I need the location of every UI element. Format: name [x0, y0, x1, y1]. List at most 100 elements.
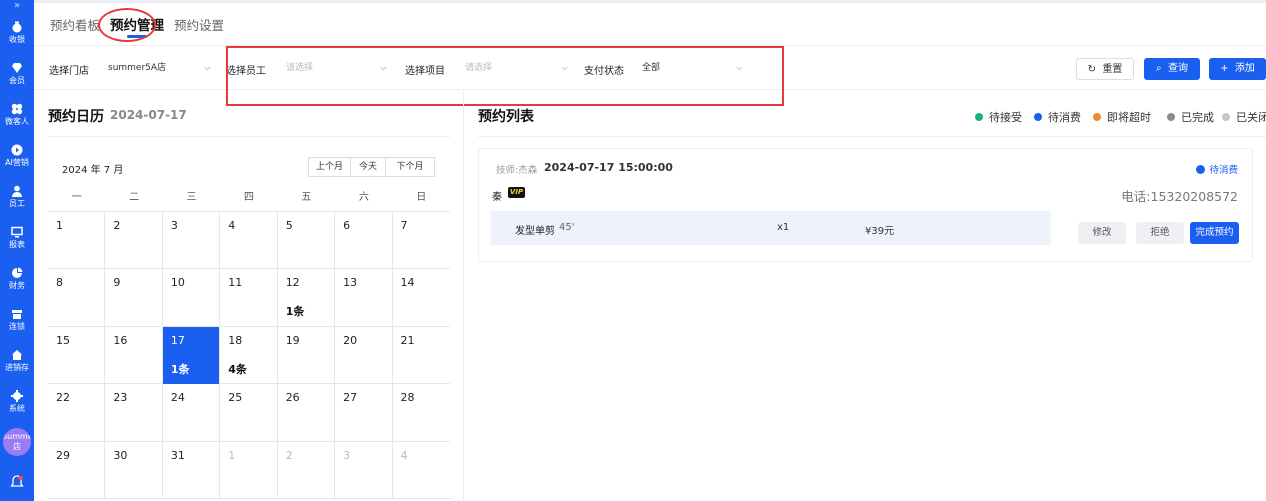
legend-item: 即将超时 [1093, 109, 1151, 125]
calendar-day[interactable]: 5 [278, 212, 336, 270]
legend-item: 已关闭 [1222, 109, 1266, 125]
day-number: 22 [56, 391, 70, 405]
calendar-day[interactable]: 16 [105, 326, 163, 385]
edit-button[interactable]: 修改 [1078, 222, 1126, 244]
reject-button[interactable]: 拒绝 [1136, 222, 1184, 244]
appointment-card[interactable]: 技师:杰森 2024-07-17 15:00:00 待消费 秦 VIP 电话:1… [478, 148, 1253, 262]
calendar-day[interactable]: 11 [220, 269, 278, 327]
calendar-week: 8 9 10 11 12 1条 13 14 [48, 269, 450, 327]
day-number: 7 [400, 219, 408, 232]
calendar-day[interactable]: 15 [48, 326, 106, 385]
sidebar-item-2[interactable]: 微客人 [0, 94, 34, 135]
calendar-day[interactable]: 2 [105, 212, 163, 270]
bell-icon[interactable] [9, 474, 25, 490]
calendar-day[interactable]: 19 [278, 326, 336, 385]
calendar-day[interactable]: 6 [335, 212, 393, 270]
calendar-day[interactable]: 3 [335, 441, 393, 499]
day-number: 14 [400, 276, 415, 290]
sidebar-item-4[interactable]: 员工 [0, 176, 34, 217]
calendar-day[interactable]: 18 4条 [220, 326, 278, 385]
sidebar-item-6[interactable]: 财务 [0, 258, 34, 299]
calendar-day[interactable]: 4 [393, 442, 450, 499]
calendar-day[interactable]: 2 [278, 441, 336, 499]
collapse-icon[interactable]: » [0, 0, 34, 12]
calendar-title: 预约日历 [48, 109, 104, 125]
person-icon [11, 185, 23, 197]
service-duration: 45' [559, 222, 575, 233]
calendar-week: 15 16 17 1条 18 4条 19 20 21 [48, 326, 450, 385]
play-icon [11, 144, 23, 156]
calendar-day[interactable]: 23 [105, 384, 163, 442]
tab-booking-settings[interactable]: 预约设置 [174, 15, 224, 34]
legend-label: 已完成 [1181, 111, 1214, 124]
sidebar-item-9[interactable]: 系统 [0, 381, 34, 422]
complete-booking-button[interactable]: 完成预约 [1190, 222, 1239, 244]
legend-label: 待消费 [1048, 111, 1081, 124]
reset-button[interactable]: ↻ 重置 [1076, 58, 1134, 80]
calendar-day[interactable]: 7 [393, 212, 450, 269]
sidebar-item-5[interactable]: 报表 [0, 217, 34, 258]
day-number: 29 [56, 448, 70, 462]
calendar-day[interactable]: 29 [48, 441, 106, 499]
calendar-day[interactable]: 9 [105, 269, 163, 327]
calendar-day[interactable]: 20 [335, 326, 393, 385]
sidebar-item-3[interactable]: AI营销 [0, 135, 34, 176]
prev-month-button[interactable]: 上个月 [308, 157, 351, 177]
top-tabs: 预约看板 预约管理 预约设置 [34, 0, 1266, 46]
calendar-day[interactable]: 8 [48, 269, 106, 327]
reset-label: 重置 [1102, 64, 1123, 75]
calendar-day[interactable]: 12 1条 [278, 269, 336, 327]
weekday-label: 一 [71, 192, 82, 203]
calendar-day[interactable]: 22 [48, 384, 106, 442]
calendar-day[interactable]: 30 [105, 441, 163, 499]
day-number: 23 [113, 391, 128, 405]
cashier-icon [11, 21, 23, 33]
next-month-button[interactable]: 下个月 [385, 157, 435, 177]
calendar-day[interactable]: 25 [220, 384, 278, 442]
sidebar-item-7[interactable]: 连锁 [0, 299, 34, 340]
add-button[interactable]: + 添加 [1209, 58, 1266, 80]
store-avatar[interactable]: summerSA店 [3, 428, 31, 456]
home-icon [11, 349, 23, 361]
status-dot [1167, 113, 1175, 121]
calendar-day[interactable]: 14 [393, 269, 450, 326]
calendar-month-label: 2024 年 7 月 [62, 165, 124, 176]
calendar-day[interactable]: 17 1条 [162, 326, 221, 385]
calendar-date: 2024-07-17 [110, 108, 187, 122]
calendar-day[interactable]: 13 [335, 269, 393, 327]
sidebar-item-0[interactable]: 收银 [0, 12, 34, 53]
calendar-day[interactable]: 26 [278, 384, 336, 442]
calendar-day[interactable]: 28 [393, 384, 450, 441]
day-number: 24 [170, 391, 185, 405]
day-number: 2 [285, 448, 293, 462]
day-number: 18 [228, 333, 243, 347]
calendar-day[interactable]: 31 [163, 441, 221, 499]
today-button[interactable]: 今天 [350, 157, 386, 177]
query-button[interactable]: ⌕ 查询 [1144, 58, 1200, 80]
legend-item: 待接受 [975, 109, 1022, 125]
weekday-label: 二 [129, 192, 140, 203]
calendar-day[interactable]: 27 [335, 384, 393, 442]
calendar-day[interactable]: 24 [163, 384, 221, 442]
status-dot [1093, 113, 1101, 121]
calendar-day[interactable]: 4 [220, 212, 278, 270]
calendar-day[interactable]: 21 [393, 327, 450, 384]
sidebar-item-8[interactable]: 进销存 [0, 340, 34, 381]
status-badge: 待消费 [1196, 162, 1238, 176]
store-icon [11, 308, 23, 320]
service-quantity: x1 [777, 222, 790, 233]
store-select[interactable]: summer5A店 [98, 56, 220, 80]
sidebar-item-label: 微客人 [5, 116, 29, 126]
calendar-day[interactable]: 1 [48, 212, 106, 270]
gear-icon [11, 389, 23, 402]
calendar-day[interactable]: 1 [220, 441, 278, 499]
divider [478, 136, 1266, 137]
tab-booking-board[interactable]: 预约看板 [50, 15, 100, 34]
sidebar-item-label: 进销存 [5, 362, 29, 372]
service-name: 发型单剪 [515, 226, 555, 237]
calendar-day[interactable]: 10 [163, 269, 221, 327]
sidebar-item-1[interactable]: 会员 [0, 53, 34, 94]
appointment-time: 2024-07-17 15:00:00 [544, 161, 673, 174]
calendar-day[interactable]: 3 [163, 212, 221, 270]
day-number: 27 [343, 391, 358, 405]
